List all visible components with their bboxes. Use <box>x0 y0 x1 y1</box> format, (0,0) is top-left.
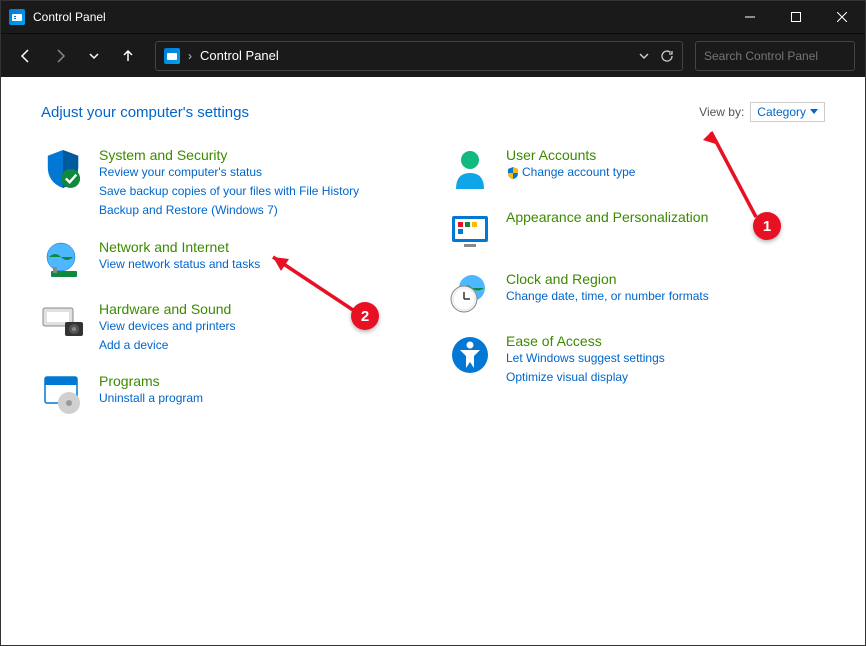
page-heading: Adjust your computer's settings <box>41 104 249 121</box>
ease-icon <box>448 333 492 377</box>
viewby-label: View by: <box>699 105 744 119</box>
search-input[interactable] <box>704 49 859 63</box>
addressbar-icon <box>164 48 180 64</box>
uac-shield-icon <box>506 166 520 180</box>
search-box[interactable] <box>695 41 855 71</box>
globe-icon <box>41 239 85 283</box>
toolbar: › Control Panel <box>1 33 865 77</box>
category-link[interactable]: Add a device <box>99 336 418 355</box>
hardware-icon <box>41 301 85 345</box>
categories-container: System and Security Review your computer… <box>41 147 825 417</box>
window-controls <box>727 1 865 33</box>
category-clock-region: Clock and Region Change date, time, or n… <box>448 271 825 315</box>
recent-dropdown[interactable] <box>79 41 109 71</box>
addressbar-text: Control Panel <box>200 48 630 63</box>
category-link[interactable]: Optimize visual display <box>506 368 825 387</box>
category-hardware-sound: Hardware and Sound View devices and prin… <box>41 301 418 355</box>
category-network-internet: Network and Internet View network status… <box>41 239 418 283</box>
category-ease-access: Ease of Access Let Windows suggest setti… <box>448 333 825 387</box>
category-title[interactable]: Programs <box>99 373 418 389</box>
category-user-accounts: User Accounts Change account type <box>448 147 825 191</box>
category-title[interactable]: Clock and Region <box>506 271 825 287</box>
address-bar[interactable]: › Control Panel <box>155 41 683 71</box>
category-link[interactable]: Change account type <box>506 163 825 182</box>
forward-button[interactable] <box>45 41 75 71</box>
window-title: Control Panel <box>33 10 106 24</box>
titlebar-left: Control Panel <box>1 9 106 25</box>
clock-icon <box>448 271 492 315</box>
viewby-dropdown[interactable]: Category <box>750 102 825 122</box>
view-by: View by: Category <box>699 102 825 122</box>
category-link[interactable]: View devices and printers <box>99 317 418 336</box>
category-link[interactable]: Uninstall a program <box>99 389 418 408</box>
category-programs: Programs Uninstall a program <box>41 373 418 417</box>
path-separator: › <box>188 49 192 63</box>
category-title[interactable]: Hardware and Sound <box>99 301 418 317</box>
category-link[interactable]: Change date, time, or number formats <box>506 287 825 306</box>
up-button[interactable] <box>113 41 143 71</box>
category-system-security: System and Security Review your computer… <box>41 147 418 221</box>
refresh-icon[interactable] <box>660 49 674 63</box>
category-appearance: Appearance and Personalization <box>448 209 825 253</box>
titlebar: Control Panel <box>1 1 865 33</box>
appearance-icon <box>448 209 492 253</box>
category-link[interactable]: View network status and tasks <box>99 255 418 274</box>
chevron-down-icon[interactable] <box>638 50 650 62</box>
maximize-button[interactable] <box>773 1 819 33</box>
close-button[interactable] <box>819 1 865 33</box>
category-title[interactable]: System and Security <box>99 147 418 163</box>
category-link[interactable]: Let Windows suggest settings <box>506 349 825 368</box>
left-column: System and Security Review your computer… <box>41 147 418 417</box>
category-link[interactable]: Save backup copies of your files with Fi… <box>99 182 418 201</box>
category-link[interactable]: Backup and Restore (Windows 7) <box>99 201 418 220</box>
category-link[interactable]: Review your computer's status <box>99 163 418 182</box>
heading-row: Adjust your computer's settings View by:… <box>41 102 825 122</box>
dropdown-arrow-icon <box>810 109 818 115</box>
category-title[interactable]: Ease of Access <box>506 333 825 349</box>
category-title[interactable]: User Accounts <box>506 147 825 163</box>
category-title[interactable]: Appearance and Personalization <box>506 209 825 225</box>
back-button[interactable] <box>11 41 41 71</box>
viewby-value: Category <box>757 105 806 119</box>
right-column: User Accounts Change account type Appear… <box>448 147 825 417</box>
user-icon <box>448 147 492 191</box>
content-area: Adjust your computer's settings View by:… <box>1 77 865 645</box>
category-title[interactable]: Network and Internet <box>99 239 418 255</box>
programs-icon <box>41 373 85 417</box>
control-panel-icon <box>9 9 25 25</box>
minimize-button[interactable] <box>727 1 773 33</box>
shield-icon <box>41 147 85 191</box>
